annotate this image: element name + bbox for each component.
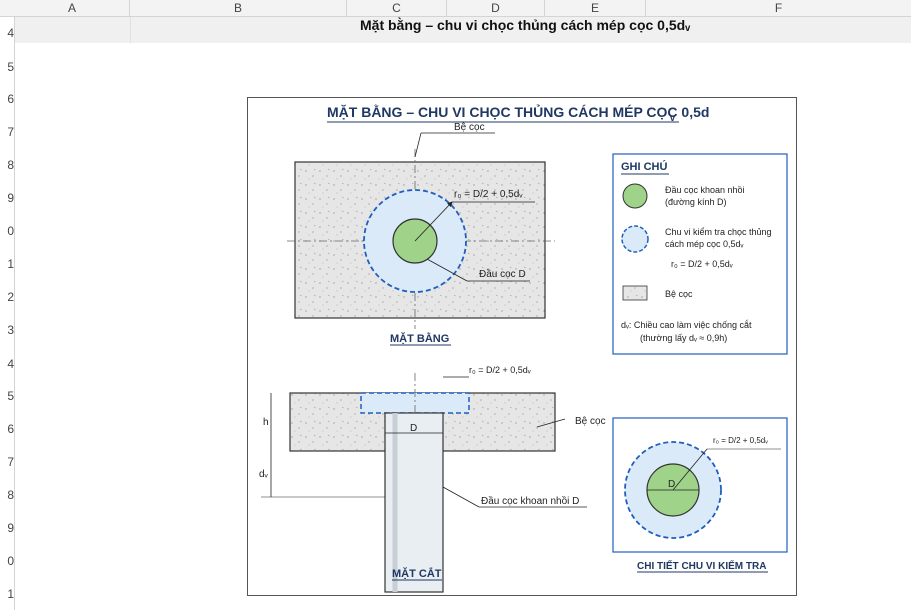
- section-pile-label: Đầu cọc khoan nhồi D: [481, 495, 579, 507]
- plan-be-coc-label: Bệ cọc: [454, 122, 485, 133]
- column-header-d[interactable]: D: [447, 0, 545, 16]
- section-d-label: D: [410, 423, 417, 434]
- column-header-b[interactable]: B: [130, 0, 347, 16]
- legend-note-line2: (thường lấy dᵥ ≈ 0,9h): [640, 333, 727, 343]
- row-header[interactable]: 6: [0, 422, 14, 436]
- column-header-c[interactable]: C: [347, 0, 447, 16]
- row-header[interactable]: 1: [0, 257, 14, 271]
- row-header[interactable]: 7: [0, 455, 14, 469]
- legend-item2-line2: cách mép cọc 0,5dᵥ: [665, 239, 744, 249]
- section-h-label: h: [263, 417, 269, 428]
- row-header[interactable]: 0: [0, 554, 14, 568]
- column-header-f[interactable]: F: [646, 0, 911, 16]
- legend-item2-line3: r₀ = D/2 + 0,5dᵥ: [671, 259, 733, 269]
- plan-caption: MẶT BẰNG: [390, 332, 449, 345]
- row-header[interactable]: 5: [0, 60, 14, 74]
- row-header[interactable]: 8: [0, 488, 14, 502]
- legend-note-line1: dᵥ: Chiều cao làm việc chống cắt: [621, 320, 752, 330]
- plan-pile-head-label: Đầu cọc D: [479, 268, 526, 280]
- legend-title: GHI CHÚ: [621, 160, 668, 173]
- section-r0-label: r₀ = D/2 + 0,5dᵥ: [469, 365, 531, 375]
- legend-item1-line2: (đường kính D): [665, 197, 726, 207]
- row-header[interactable]: 6: [0, 92, 14, 106]
- row-header[interactable]: 1: [0, 587, 14, 601]
- row-header[interactable]: 4: [0, 26, 14, 40]
- column-header-a[interactable]: A: [15, 0, 130, 16]
- legend-box: GHI CHÚ Đầu cọc khoan nhồi (đường kính D…: [612, 153, 788, 355]
- section-dv-label: dᵥ: [259, 469, 269, 480]
- legend-perimeter-icon: [621, 225, 649, 253]
- legend-item2-line1: Chu vi kiểm tra chọc thủng: [665, 227, 772, 237]
- diagram-title: MẶT BẰNG – CHU VI CHỌC THỦNG CÁCH MÉP CỌ…: [327, 103, 709, 120]
- row-header[interactable]: 4: [0, 357, 14, 371]
- row-header[interactable]: 2: [0, 290, 14, 304]
- detail-view: D r₀ = D/2 + 0,5dᵥ CHI TIẾT CHU VI KIỂM …: [612, 417, 788, 573]
- row-header[interactable]: 3: [0, 323, 14, 337]
- row-header[interactable]: 0: [0, 224, 14, 238]
- detail-r0-label: r₀ = D/2 + 0,5dᵥ: [713, 436, 768, 445]
- detail-caption: CHI TIẾT CHU VI KIỂM TRA: [637, 559, 766, 572]
- legend-item3: Bệ cọc: [665, 289, 693, 299]
- row-header[interactable]: 7: [0, 125, 14, 139]
- embedded-diagram-image[interactable]: MẶT BẰNG – CHU VI CHỌC THỦNG CÁCH MÉP CỌ…: [247, 97, 797, 596]
- section-be-coc-label: Bệ cọc: [575, 416, 606, 427]
- row-header[interactable]: 5: [0, 389, 14, 403]
- section-caption: MẶT CẮT: [392, 567, 442, 580]
- row-header[interactable]: 9: [0, 191, 14, 205]
- row-header-divider: [14, 16, 15, 610]
- row-header[interactable]: 8: [0, 158, 14, 172]
- column-header-e[interactable]: E: [545, 0, 646, 16]
- legend-concrete-icon: [622, 285, 648, 301]
- row-header[interactable]: 9: [0, 521, 14, 535]
- column-header-bar: A B C D E F: [0, 0, 911, 17]
- legend-pile-icon: [622, 183, 648, 209]
- legend-item1-line1: Đầu cọc khoan nhồi: [665, 185, 745, 195]
- sheet-title[interactable]: Mặt bằng – chu vi chọc thủng cách mép cọ…: [250, 17, 911, 33]
- plan-r0-label: r₀ = D/2 + 0,5dᵥ: [454, 189, 523, 200]
